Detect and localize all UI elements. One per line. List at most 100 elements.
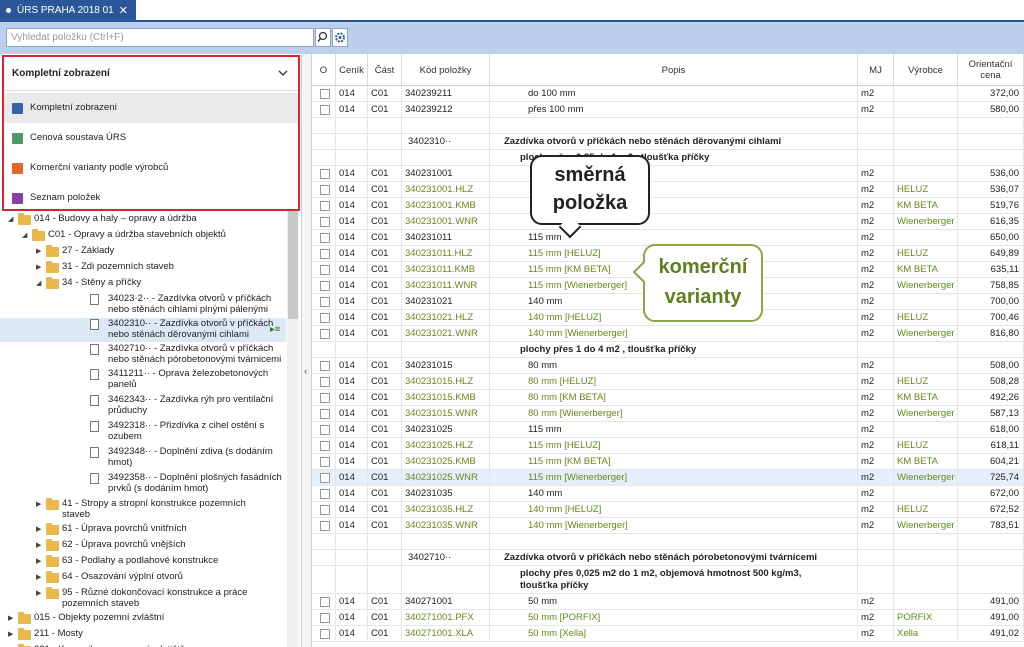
table-row[interactable]: 014 C01 340231015 80 mm m2 508,00: [312, 358, 1024, 374]
chevron-down-icon[interactable]: ◢: [22, 230, 27, 241]
chevron-right-icon[interactable]: ▶: [36, 246, 41, 257]
table-row[interactable]: 3402710·· Zazdívka otvorů v příčkách nebo…: [312, 550, 1024, 566]
row-checkbox[interactable]: [320, 393, 330, 403]
view-dropdown[interactable]: Kompletní zobrazení Kompletní zobrazení C…: [2, 55, 300, 211]
row-checkbox[interactable]: [320, 105, 330, 115]
tree-leaf[interactable]: 3411211·· - Oprava železobetonových panel…: [0, 368, 286, 392]
row-checkbox[interactable]: [320, 361, 330, 371]
table-row[interactable]: [312, 118, 1024, 134]
row-checkbox[interactable]: [320, 629, 330, 639]
table-row[interactable]: 014 C01 340239211 do 100 mm m2 372,00: [312, 86, 1024, 102]
tree-folder[interactable]: ▶ 015 - Objekty pozemní zvláštní: [0, 612, 286, 626]
tree-folder[interactable]: ▶ 64 - Osazování výplní otvorů: [0, 571, 286, 585]
tree-folder[interactable]: ▶ 31 - Zdi pozemních staveb: [0, 261, 286, 275]
row-checkbox[interactable]: [320, 169, 330, 179]
row-checkbox[interactable]: [320, 89, 330, 99]
table-row[interactable]: 014 C01 340271001.XLA 50 mm [Xella] m2 Xella 4…: [312, 626, 1024, 642]
close-icon[interactable]: ✕: [119, 0, 128, 22]
row-checkbox[interactable]: [320, 441, 330, 451]
chevron-right-icon[interactable]: ▶: [8, 629, 13, 640]
table-row[interactable]: plochy přes 0,025 m2 do 1 m2, objemová h…: [312, 566, 1024, 594]
tree-folder[interactable]: ▶ 95 - Různé dokončovací konstrukce a prá…: [0, 587, 286, 611]
table-row[interactable]: 014 C01 340231025.KMB 115 mm [KM BETA] m2 KM …: [312, 454, 1024, 470]
row-checkbox[interactable]: [320, 329, 330, 339]
table-row[interactable]: 014 C01 340231015.HLZ 80 mm [HELUZ] m2 HELUZ 5…: [312, 374, 1024, 390]
table-row[interactable]: plochy přes 1 do 4 m2 , tloušťka příčky: [312, 342, 1024, 358]
column-header[interactable]: Ceník: [336, 54, 368, 86]
tree-folder[interactable]: ◢ C01 - Opravy a údržba stavebních objekt…: [0, 229, 286, 243]
dropdown-selected[interactable]: Kompletní zobrazení: [4, 57, 298, 91]
row-checkbox[interactable]: [320, 489, 330, 499]
row-checkbox[interactable]: [320, 265, 330, 275]
row-checkbox[interactable]: [320, 281, 330, 291]
column-header[interactable]: Část: [368, 54, 402, 86]
tree-folder[interactable]: ▶ 62 - Úprava povrchů vnějších: [0, 539, 286, 553]
table-row[interactable]: 014 C01 340231001.HLZ m2 HELUZ 536,07: [312, 182, 1024, 198]
table-row[interactable]: 014 C01 340231025.WNR 115 mm [Wienerberger]…: [312, 470, 1024, 486]
row-checkbox[interactable]: [320, 249, 330, 259]
dropdown-item[interactable]: Seznam položek: [4, 183, 298, 213]
column-header[interactable]: Popis: [490, 54, 858, 86]
tree-folder[interactable]: ▶ 27 - Základy: [0, 245, 286, 259]
row-checkbox[interactable]: [320, 297, 330, 307]
row-checkbox[interactable]: [320, 201, 330, 211]
panel-splitter[interactable]: ‹: [302, 54, 312, 647]
chevron-right-icon[interactable]: ▶: [36, 524, 41, 535]
chevron-right-icon[interactable]: ▶: [36, 540, 41, 551]
table-row[interactable]: 014 C01 340231025.HLZ 115 mm [HELUZ] m2 HELUZ…: [312, 438, 1024, 454]
table-row[interactable]: 014 C01 340271001 50 mm m2 491,00: [312, 594, 1024, 610]
chevron-right-icon[interactable]: ▶: [36, 588, 41, 599]
table-row[interactable]: 014 C01 340231001.KMB m2 KM BETA 519,76: [312, 198, 1024, 214]
row-checkbox[interactable]: [320, 233, 330, 243]
tree-scrollbar[interactable]: [287, 209, 299, 647]
tree-folder[interactable]: ◢ 34 - Stěny a příčky: [0, 277, 286, 291]
column-header[interactable]: Orientační cena: [958, 54, 1024, 86]
search-input[interactable]: Vyhledat položku (Ctrl+F): [6, 28, 314, 47]
table-row[interactable]: 014 C01 340271001.PFX 50 mm [PORFIX] m2 PORFI…: [312, 610, 1024, 626]
scrollbar-thumb[interactable]: [288, 209, 298, 319]
table-row[interactable]: 014 C01 340231025 115 mm m2 618,00: [312, 422, 1024, 438]
chevron-right-icon[interactable]: ▶: [8, 613, 13, 624]
table-row[interactable]: 014 C01 340231035.HLZ 140 mm [HELUZ] m2 HELUZ…: [312, 502, 1024, 518]
column-header[interactable]: Výrobce: [894, 54, 958, 86]
table-row[interactable]: 014 C01 340239212 přes 100 mm m2 580,00: [312, 102, 1024, 118]
row-checkbox[interactable]: [320, 457, 330, 467]
row-checkbox[interactable]: [320, 473, 330, 483]
tree-folder[interactable]: ▶ 41 - Stropy a stropní konstrukce pozemn…: [0, 498, 286, 522]
tree-leaf[interactable]: 3402710·· - Zazdívka otvorů v příčkách ne…: [0, 343, 286, 367]
search-button[interactable]: [315, 28, 331, 47]
table-row[interactable]: 014 C01 340231015.KMB 80 mm [KM BETA] m2 KM B…: [312, 390, 1024, 406]
table-row[interactable]: 014 C01 340231035.WNR 140 mm [Wienerberger]…: [312, 518, 1024, 534]
dropdown-item[interactable]: Komerční varianty podle výrobců: [4, 153, 298, 183]
row-checkbox[interactable]: [320, 409, 330, 419]
tree-folder[interactable]: ▶ 63 - Podlahy a podlahové konstrukce: [0, 555, 286, 569]
row-checkbox[interactable]: [320, 521, 330, 531]
chevron-down-icon[interactable]: [278, 68, 288, 78]
tree-folder[interactable]: ▶ 211 - Mosty: [0, 628, 286, 642]
row-checkbox[interactable]: [320, 597, 330, 607]
tree-leaf[interactable]: 34023·2·· - Zazdívka otvorů v příčkách ne…: [0, 293, 286, 317]
table-row[interactable]: 014 C01 340231001.WNR m2 Wienerberger 616,35: [312, 214, 1024, 230]
table-row[interactable]: 3402310·· Zazdívka otvorů v příčkách nebo…: [312, 134, 1024, 150]
table-row[interactable]: 014 C01 340231015.WNR 80 mm [Wienerberger] m…: [312, 406, 1024, 422]
row-checkbox[interactable]: [320, 425, 330, 435]
row-checkbox[interactable]: [320, 217, 330, 227]
chevron-right-icon[interactable]: ▶: [36, 499, 41, 510]
table-row[interactable]: 014 C01 340231021.WNR 140 mm [Wienerberger]…: [312, 326, 1024, 342]
table-row[interactable]: plochy přes 0,25 do 1 m2 , tloušťka příč…: [312, 150, 1024, 166]
tree-leaf[interactable]: 3492318·· - Přizdívka z cihel ostění s oz…: [0, 420, 286, 444]
row-checkbox[interactable]: [320, 185, 330, 195]
table-row[interactable]: 014 C01 340231001 m2 536,00: [312, 166, 1024, 182]
table-row[interactable]: 014 C01 340231035 140 mm m2 672,00: [312, 486, 1024, 502]
column-header[interactable]: Kód položky: [402, 54, 490, 86]
chevron-down-icon[interactable]: ◢: [36, 278, 41, 289]
tree-leaf[interactable]: 3462343·· - Zazdívka rýh pro ventilační p…: [0, 394, 286, 418]
row-checkbox[interactable]: [320, 377, 330, 387]
chevron-right-icon[interactable]: ▶: [36, 262, 41, 273]
dropdown-item[interactable]: Kompletní zobrazení: [4, 93, 298, 123]
tree-leaf[interactable]: 3492348·· - Doplnění zdiva (s dodáním hmo…: [0, 446, 286, 470]
row-checkbox[interactable]: [320, 613, 330, 623]
chevron-right-icon[interactable]: ▶: [36, 556, 41, 567]
collapse-arrow-icon[interactable]: ‹: [304, 366, 307, 377]
table-row[interactable]: [312, 534, 1024, 550]
